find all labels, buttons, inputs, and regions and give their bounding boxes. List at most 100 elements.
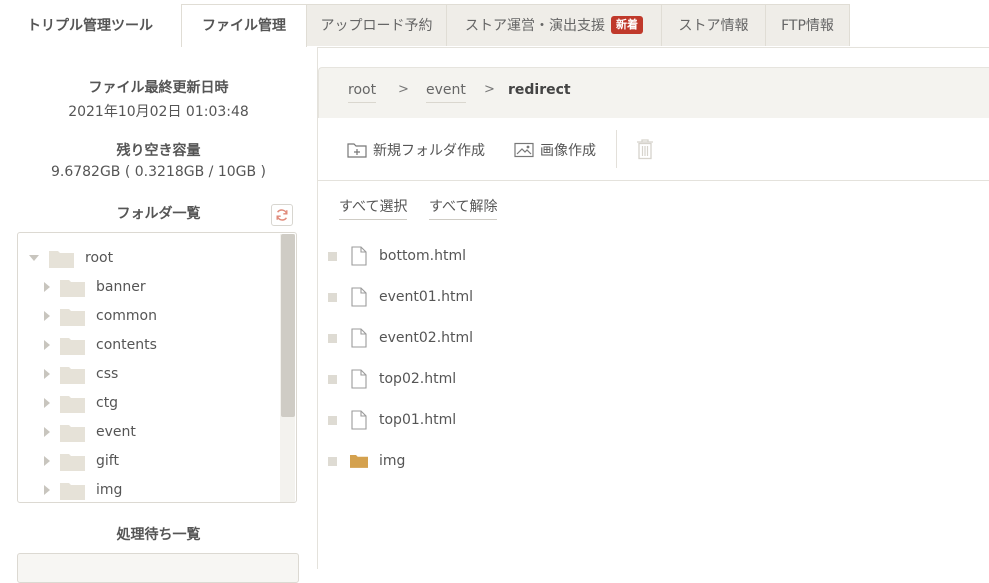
create-image-label: 画像作成	[540, 143, 596, 159]
file-icon	[350, 369, 368, 389]
file-icon	[350, 410, 368, 430]
file-icon	[350, 287, 368, 307]
folder-name[interactable]: img	[379, 453, 405, 469]
expand-arrow-icon[interactable]	[44, 398, 50, 408]
row-checkbox[interactable]	[328, 374, 337, 384]
file-name[interactable]: event02.html	[379, 330, 473, 346]
expand-arrow-icon[interactable]	[44, 282, 50, 292]
app-title: トリプル管理ツール	[27, 18, 153, 34]
row-checkbox[interactable]	[328, 251, 337, 261]
file-row[interactable]: event01.html	[328, 286, 473, 308]
folder-icon	[60, 366, 85, 384]
scrollbar-thumb[interactable]	[281, 234, 295, 417]
tab-upload-schedule[interactable]: アップロード予約	[306, 4, 447, 46]
new-folder-label: 新規フォルダ作成	[373, 143, 485, 159]
folder-icon	[60, 279, 85, 297]
queue-label: 処理待ち一覧	[116, 527, 201, 543]
tab-label: ファイル管理	[202, 18, 286, 34]
breadcrumb-event[interactable]: event	[426, 82, 466, 103]
tree-node-ctg[interactable]: ctg	[44, 393, 118, 413]
select-all-link[interactable]: すべて選択	[339, 196, 408, 220]
tree-node-label: contents	[96, 337, 157, 353]
sidebar: ファイル最終更新日時 2021年10月02日 01:03:48 残り空き容量 9…	[0, 47, 318, 583]
new-badge: 新着	[611, 16, 643, 34]
image-icon	[514, 142, 534, 158]
trash-icon	[637, 139, 653, 160]
tree-node-img[interactable]: img	[44, 480, 122, 500]
folder-row[interactable]: img	[328, 450, 405, 472]
tab-label: FTP情報	[781, 18, 834, 34]
expand-arrow-icon[interactable]	[44, 485, 50, 495]
folder-icon	[60, 395, 85, 413]
tab-file-management[interactable]: ファイル管理	[181, 4, 307, 47]
file-name[interactable]: top01.html	[379, 412, 456, 428]
new-folder-icon	[347, 143, 367, 158]
file-row[interactable]: top02.html	[328, 368, 456, 390]
top-navigation: トリプル管理ツール ファイル管理 アップロード予約 ストア運営・演出支援 新着 ス…	[0, 0, 989, 48]
tree-node-label: common	[96, 308, 157, 324]
capacity-value: 9.6782GB ( 0.3218GB / 10GB )	[50, 164, 267, 180]
expand-arrow-icon[interactable]	[44, 427, 50, 437]
file-row[interactable]: event02.html	[328, 327, 473, 349]
expand-arrow-icon[interactable]	[44, 456, 50, 466]
folder-icon	[60, 337, 85, 355]
tree-node-contents[interactable]: contents	[44, 335, 157, 355]
breadcrumb-root[interactable]: root	[348, 82, 377, 103]
breadcrumb-separator: >	[484, 82, 495, 97]
row-checkbox[interactable]	[328, 415, 337, 425]
folder-icon	[49, 250, 74, 268]
tree-scrollbar[interactable]	[280, 234, 295, 502]
breadcrumb: root > event > redirect	[318, 67, 989, 118]
expand-arrow-icon[interactable]	[44, 311, 50, 321]
tree-node-label: event	[96, 424, 136, 440]
tab-label: アップロード予約	[320, 18, 433, 34]
folder-icon	[60, 424, 85, 442]
folder-icon	[350, 453, 368, 469]
delete-button[interactable]	[636, 138, 654, 164]
tree-node-root[interactable]: root	[29, 248, 113, 268]
tab-ftp-info[interactable]: FTP情報	[765, 4, 850, 46]
file-name[interactable]: bottom.html	[379, 248, 466, 264]
tree-node-label: img	[96, 482, 123, 498]
folder-list-label: フォルダ一覧	[116, 206, 201, 222]
last-updated-label: ファイル最終更新日時	[88, 80, 229, 96]
file-icon	[350, 246, 368, 266]
toolbar-divider	[616, 130, 617, 168]
expand-arrow-icon[interactable]	[44, 369, 50, 379]
tab-label: ストア情報	[678, 18, 749, 34]
folder-icon	[60, 482, 85, 500]
capacity-label: 残り空き容量	[116, 143, 201, 159]
breadcrumb-separator: >	[398, 82, 409, 97]
last-updated-value: 2021年10月02日 01:03:48	[68, 104, 249, 120]
tab-label: ストア運営・演出支援	[465, 18, 605, 34]
expand-arrow-icon[interactable]	[44, 340, 50, 350]
file-name[interactable]: event01.html	[379, 289, 473, 305]
tree-node-event[interactable]: event	[44, 422, 136, 442]
tree-node-label: css	[96, 366, 119, 382]
tab-store-support[interactable]: ストア運営・演出支援 新着	[446, 4, 662, 46]
new-folder-button[interactable]: 新規フォルダ作成	[347, 140, 485, 160]
folder-icon	[60, 308, 85, 326]
row-checkbox[interactable]	[328, 333, 337, 343]
row-checkbox[interactable]	[328, 292, 337, 302]
tree-node-banner[interactable]: banner	[44, 277, 146, 297]
breadcrumb-current: redirect	[508, 82, 571, 98]
tree-node-css[interactable]: css	[44, 364, 118, 384]
deselect-all-link[interactable]: すべて解除	[429, 196, 498, 220]
tree-node-common[interactable]: common	[44, 306, 157, 326]
queue-list	[17, 553, 299, 583]
folder-tree: root banner common contents css ctg even…	[17, 232, 297, 503]
tree-node-label: banner	[96, 279, 146, 295]
tree-node-label: gift	[96, 453, 119, 469]
file-icon	[350, 328, 368, 348]
tree-node-label: ctg	[96, 395, 119, 411]
row-checkbox[interactable]	[328, 456, 337, 466]
refresh-button[interactable]	[271, 204, 293, 226]
file-row[interactable]: top01.html	[328, 409, 456, 431]
file-row[interactable]: bottom.html	[328, 245, 466, 267]
tab-store-info[interactable]: ストア情報	[661, 4, 766, 46]
create-image-button[interactable]: 画像作成	[514, 140, 596, 160]
collapse-arrow-icon[interactable]	[29, 255, 39, 261]
file-name[interactable]: top02.html	[379, 371, 456, 387]
tree-node-gift[interactable]: gift	[44, 451, 119, 471]
